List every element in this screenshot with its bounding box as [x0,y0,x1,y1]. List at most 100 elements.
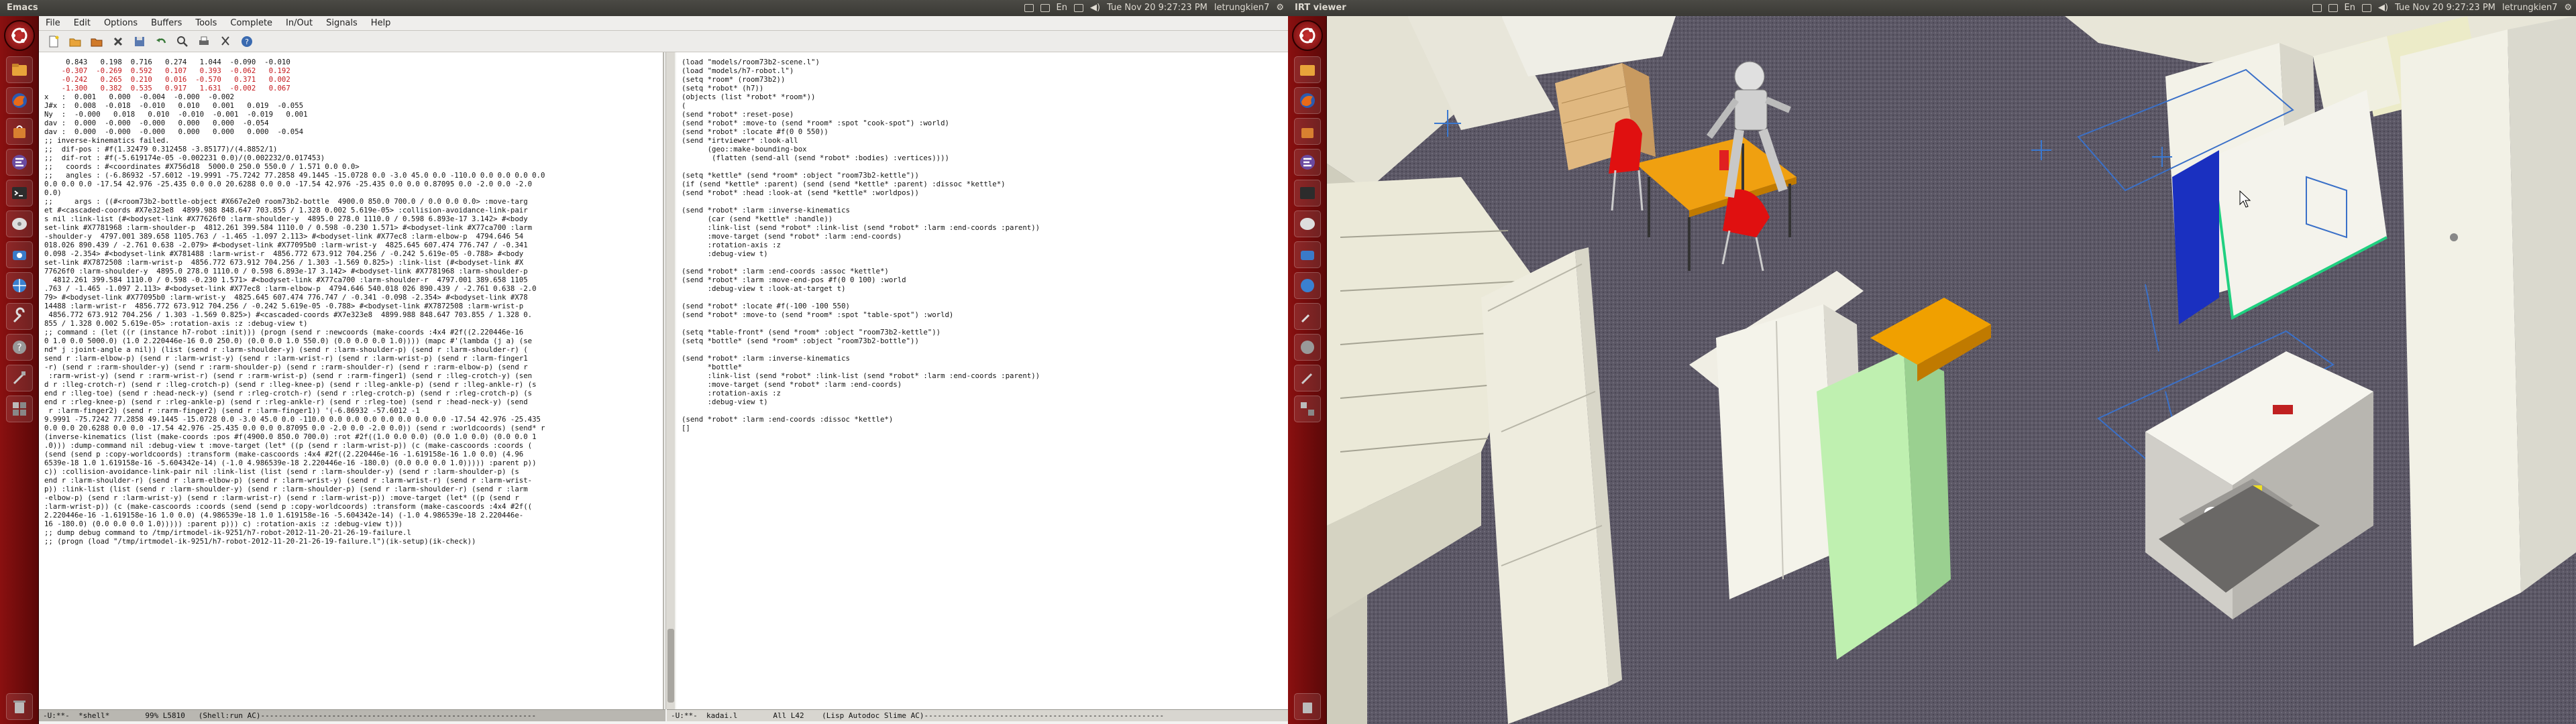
launcher-emacs[interactable] [6,149,33,176]
user-name-right[interactable]: letrungkien7 [2502,0,2557,16]
launcher-files[interactable] [6,56,33,83]
power-icon-right[interactable]: ⚙ [2564,0,2572,16]
launcher-software-center[interactable] [6,118,33,145]
dash-home-button-right[interactable] [1292,20,1323,51]
scrollbar[interactable] [665,52,675,709]
code-line: (send *robot* :move-to (send *room* :spo… [682,119,949,127]
launcher-emacs-right[interactable] [1294,149,1321,176]
menu-signals[interactable]: Signals [326,16,358,30]
keyboard-icon-right[interactable] [2328,4,2338,12]
menu-edit[interactable]: Edit [74,16,91,30]
keyboard-icon[interactable] [1040,4,1050,12]
volume-icon[interactable]: ◀) [1090,0,1100,16]
launcher-firefox-right[interactable] [1294,87,1321,114]
code-line: .0))) :dump-command nil :debug-view t :m… [44,441,533,450]
svg-text:?: ? [245,38,249,46]
launcher-firefox[interactable] [6,87,33,114]
top-panel: Emacs En ◀) Tue Nov 20 9:27:23 PM letrun… [0,0,1288,16]
launcher-terminal[interactable] [6,180,33,206]
network-icon[interactable] [1074,4,1083,12]
menu-help[interactable]: Help [371,16,391,30]
launcher-workspaces-right[interactable] [1294,396,1321,422]
network-icon-right[interactable] [2362,4,2371,12]
code-line: [] [682,424,690,432]
code-line: 0.0 0.0 20.6288 0.0 0.0 -17.54 42.976 -2… [44,424,545,432]
undo-button[interactable] [153,34,169,50]
menu-tools[interactable]: Tools [195,16,217,30]
mail-icon-right[interactable] [2312,4,2322,12]
menu-complete[interactable]: Complete [230,16,272,30]
launcher-web[interactable] [6,272,33,299]
keyboard-layout-indicator-right[interactable]: En [2345,0,2355,16]
launcher-help-right[interactable] [1294,334,1321,361]
power-icon[interactable]: ⚙ [1276,0,1284,16]
code-line: (send *robot* :larm :move-end-pos #f(0 0… [682,276,906,284]
code-line: 2.220446e-16 -1.619158e-16 1.0 0.0) (4.9… [44,511,524,520]
emacs-icon [1300,155,1315,170]
code-line: (geo::make-bounding-box [682,145,807,154]
clock-right[interactable]: Tue Nov 20 9:27:23 PM [2395,0,2496,16]
launcher-settings[interactable] [6,365,33,391]
shell-buffer[interactable]: 0.843 0.198 0.716 0.274 1.044 -0.090 -0.… [39,52,664,709]
launcher-disk[interactable] [6,210,33,237]
launcher-web-right[interactable] [1294,272,1321,299]
globe-icon [1301,279,1314,292]
open-folder-icon [69,38,81,46]
help-button[interactable]: ? [239,34,255,50]
code-line: end r :larm-shoulder-r) (send r :larm-el… [44,476,533,485]
menu-buffers[interactable]: Buffers [151,16,182,30]
menu-options[interactable]: Options [104,16,138,30]
launcher-help[interactable]: ? [6,334,33,361]
dash-home-button[interactable] [4,20,35,51]
volume-icon-right[interactable]: ◀) [2378,0,2388,16]
close-buffer-button[interactable] [110,34,126,50]
3d-scene[interactable] [1327,16,2576,724]
launcher-camera-right[interactable] [1294,241,1321,268]
code-line: -r) (send r :rarm-shoulder-y) (send r :r… [44,363,528,371]
echo-area[interactable] [39,721,1288,724]
launcher-trash-right[interactable] [1294,693,1321,720]
irt-viewer-canvas[interactable] [1327,16,2576,724]
launcher-disk-right[interactable] [1294,210,1321,237]
launcher-system[interactable] [6,303,33,330]
code-line: (setq *room* (room73b2)) [682,75,786,84]
cut-button[interactable] [217,34,233,50]
code-line: ;; inverse-kinematics failed. [44,136,170,145]
trash-icon [1303,703,1312,713]
menu-inout[interactable]: In/Out [286,16,313,30]
launcher-terminal-right[interactable] [1294,180,1321,206]
open-file-button[interactable] [67,34,83,50]
open-dir-button[interactable] [89,34,105,50]
firefox-icon [1300,93,1315,108]
launcher-camera[interactable] [6,241,33,268]
mail-icon[interactable] [1024,4,1034,12]
code-line: et #<cascaded-coords #X7e323e8 4899.988 … [44,206,528,215]
search-icon [177,36,188,47]
clock[interactable]: Tue Nov 20 9:27:23 PM [1107,0,1208,16]
keyboard-layout-indicator[interactable]: En [1057,0,1067,16]
left-monitor: Emacs En ◀) Tue Nov 20 9:27:23 PM letrun… [0,0,1288,724]
launcher-files-right[interactable] [1294,56,1321,83]
top-panel-right: IRT viewer En ◀) Tue Nov 20 9:27:23 PM l… [1288,0,2576,16]
code-line: ;; args : ((#<room73b2-bottle-object #X6… [44,197,528,206]
launcher-workspaces[interactable] [6,396,33,422]
lisp-source-buffer[interactable]: (load "models/room73b2-scene.l") (load "m… [676,52,1288,709]
code-line: (load "models/room73b2-scene.l") [682,58,820,66]
search-button[interactable] [174,34,191,50]
print-button[interactable] [196,34,212,50]
code-line: (send *robot* :locate #f(0 0 550)) [682,127,828,136]
launcher-settings-right[interactable] [1294,365,1321,391]
menu-file[interactable]: File [46,16,60,30]
new-file-button[interactable] [46,34,62,50]
scrollbar-thumb[interactable] [667,629,674,703]
save-button[interactable] [131,34,148,50]
launcher-trash[interactable] [6,693,33,720]
user-name[interactable]: letrungkien7 [1214,0,1269,16]
launcher-system-right[interactable] [1294,303,1321,330]
camera-icon [1301,251,1314,260]
code-line: (flatten (send-all (send *robot* :bodies… [682,154,949,162]
launcher-software-center-right[interactable] [1294,118,1321,145]
code-line: :debug-view t) [682,249,768,258]
